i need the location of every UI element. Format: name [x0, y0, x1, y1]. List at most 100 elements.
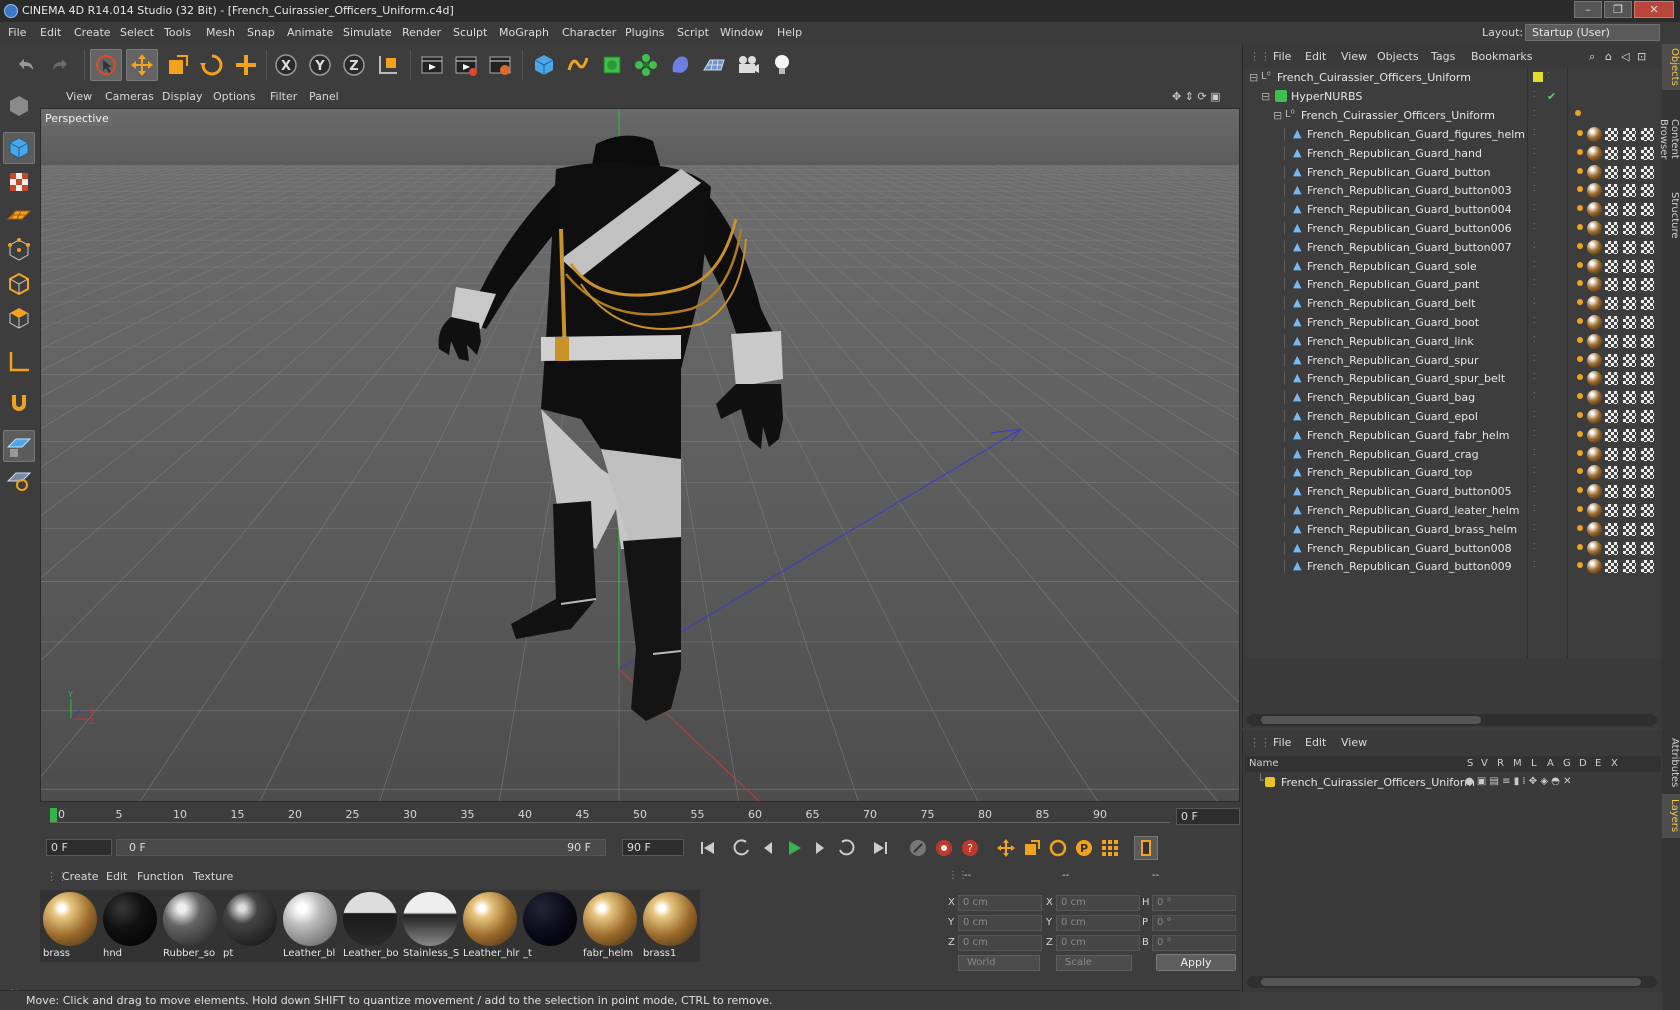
menu-edit[interactable]: Edit [40, 26, 61, 39]
texture-tag-icon[interactable] [1605, 485, 1618, 499]
tree-row-object[interactable]: │ ▲ French_Republican_Guard_brass_helm ⁚ [1245, 520, 1661, 540]
visibility-dots-icon[interactable]: ⁚ [1533, 297, 1536, 306]
object-horizontal-scrollbar[interactable] [1247, 714, 1657, 726]
texture-tag-icon[interactable] [1623, 334, 1636, 348]
locked-workplane-icon[interactable] [3, 430, 35, 462]
position-y-field[interactable]: 0 cm [958, 915, 1042, 931]
tree-row-root[interactable]: ⊟ L⁰ French_Cuirassier_Officers_Uniform … [1245, 68, 1661, 88]
material-tag-icon[interactable] [1587, 409, 1602, 424]
material-tag-icon[interactable] [1587, 333, 1602, 349]
layer-row[interactable]: └ French_Cuirassier_Officers_Uniform ● ▣… [1245, 774, 1661, 792]
viewport-menu-panel[interactable]: Panel [309, 90, 339, 103]
material-tag-icon[interactable] [1587, 521, 1602, 537]
3d-scene[interactable]: Y X Z [41, 109, 1240, 802]
material-tag-icon[interactable] [1587, 484, 1602, 500]
texture-tag-icon[interactable] [1605, 203, 1618, 217]
material-swatch[interactable]: Leather_hlr [460, 890, 520, 962]
phong-tag-icon[interactable] [1577, 430, 1583, 437]
object-search-icon[interactable]: ⌕ [1589, 50, 1595, 64]
texture-tag-icon[interactable] [1605, 184, 1618, 198]
position-x-field[interactable]: 0 cm [958, 895, 1042, 911]
close-button[interactable]: ✕ [1634, 1, 1674, 18]
material-tag-icon[interactable] [1587, 315, 1602, 330]
material-swatch[interactable]: Stainless_S [400, 890, 460, 962]
texture-tag-icon[interactable] [1605, 259, 1618, 273]
material-swatch[interactable]: brass1 [640, 890, 700, 962]
camera-icon[interactable] [732, 49, 764, 81]
layer-column-v[interactable]: V [1481, 758, 1488, 769]
material-menu-edit[interactable]: Edit [106, 870, 127, 883]
layer-column-d[interactable]: D [1579, 758, 1587, 769]
array-icon[interactable] [630, 49, 662, 81]
menu-tools[interactable]: Tools [164, 26, 191, 39]
phong-tag-icon[interactable] [1577, 543, 1583, 550]
menu-select[interactable]: Select [120, 26, 154, 39]
position-z-field[interactable]: 0 cm [958, 935, 1042, 951]
tree-row-object[interactable]: │ ▲ French_Republican_Guard_sole ⁚ [1245, 257, 1661, 277]
key-scale-icon[interactable] [1020, 836, 1044, 860]
material-swatch[interactable]: Leather_bl [280, 890, 340, 962]
texture-tag-icon[interactable] [1641, 428, 1654, 442]
material-tag-icon[interactable] [1587, 390, 1602, 406]
tree-row-object[interactable]: │ ▲ French_Republican_Guard_link ⁚ [1245, 332, 1661, 352]
visibility-dots-icon[interactable]: ⁚ [1533, 448, 1536, 457]
tree-row-object[interactable]: │ ▲ French_Republican_Guard_figures_helm ⁚ [1245, 125, 1661, 145]
layer-column-g[interactable]: G [1563, 758, 1571, 769]
menu-mesh[interactable]: Mesh [206, 26, 235, 39]
visibility-dots-icon[interactable]: ⁚ [1533, 485, 1536, 494]
start-frame-field[interactable]: 0 F [46, 839, 112, 856]
texture-tag-icon[interactable] [1641, 410, 1654, 423]
viewport-menu-view[interactable]: View [66, 90, 92, 103]
material-tag-icon[interactable] [1587, 127, 1602, 142]
layer-column-r[interactable]: R [1497, 758, 1504, 769]
visibility-dots-icon[interactable]: ⁚ [1533, 410, 1536, 419]
texture-tag-icon[interactable] [1623, 184, 1636, 198]
texture-tag-icon[interactable] [1623, 504, 1636, 517]
visibility-dots-icon[interactable]: ⁚ [1533, 278, 1536, 287]
texture-tag-icon[interactable] [1605, 466, 1618, 480]
texture-tag-icon[interactable] [1623, 259, 1636, 273]
phong-tag-icon[interactable] [1577, 242, 1583, 249]
texture-tag-icon[interactable] [1641, 353, 1654, 367]
texture-tag-icon[interactable] [1641, 485, 1654, 499]
texture-tag-icon[interactable] [1641, 334, 1654, 348]
tree-row-object[interactable]: │ ▲ French_Republican_Guard_spur_belt ⁚ [1245, 369, 1661, 389]
texture-tag-icon[interactable] [1605, 372, 1618, 386]
viewport-menu-cameras[interactable]: Cameras [105, 90, 154, 103]
object-menu-bookmarks[interactable]: Bookmarks [1471, 50, 1532, 63]
object-menu-edit[interactable]: Edit [1305, 50, 1326, 63]
texture-tag-icon[interactable] [1641, 316, 1654, 329]
planar-workplane-icon[interactable] [3, 464, 35, 496]
phong-tag-icon[interactable] [1577, 318, 1583, 324]
visibility-dots-icon[interactable]: ⁚ [1533, 184, 1536, 193]
visibility-dots-icon[interactable]: ⁚ [1533, 391, 1536, 400]
material-menu-function[interactable]: Function [137, 870, 184, 883]
texture-tag-icon[interactable] [1623, 541, 1636, 555]
playhead-marker[interactable] [50, 808, 57, 822]
visibility-dots-icon[interactable]: ⁚ [1533, 542, 1536, 551]
menu-simulate[interactable]: Simulate [343, 26, 392, 39]
material-tag-icon[interactable] [1587, 296, 1602, 312]
material-swatch[interactable]: Leather_bo [340, 890, 400, 962]
texture-tag-icon[interactable] [1623, 353, 1636, 367]
layer-menu-edit[interactable]: Edit [1305, 736, 1326, 749]
material-tag-icon[interactable] [1587, 352, 1602, 368]
z-axis-icon[interactable]: Z [338, 49, 370, 81]
render-picture-viewer-icon[interactable] [450, 49, 482, 81]
texture-tag-icon[interactable] [1623, 316, 1636, 329]
object-menu-view[interactable]: View [1341, 50, 1367, 63]
texture-tag-icon[interactable] [1605, 146, 1618, 160]
phong-tag-icon[interactable] [1577, 336, 1583, 343]
current-frame-field[interactable]: 0 F [1176, 808, 1240, 825]
object-home-icon[interactable]: ⌂ [1605, 50, 1612, 63]
keyframe-selection-icon[interactable]: ? [958, 836, 982, 860]
object-back-icon[interactable]: ◁ [1621, 50, 1629, 63]
tree-row-object[interactable]: │ ▲ French_Republican_Guard_button003 ⁚ [1245, 181, 1661, 201]
y-axis-icon[interactable]: Y [304, 49, 336, 81]
visibility-dots-icon[interactable]: ⁚ [1533, 128, 1536, 137]
viewport-menu-display[interactable]: Display [162, 90, 203, 103]
phong-tag-icon[interactable] [1577, 393, 1583, 400]
material-swatch[interactable]: hnd [100, 890, 160, 962]
layer-column-e[interactable]: E [1595, 758, 1601, 769]
menu-window[interactable]: Window [720, 26, 763, 39]
